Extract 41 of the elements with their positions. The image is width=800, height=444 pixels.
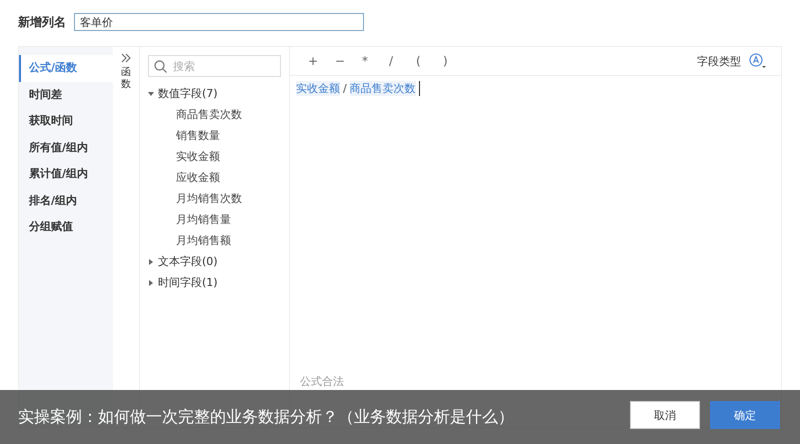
- field-type-icon[interactable]: [749, 53, 767, 69]
- category-item[interactable]: 所有值/组内: [19, 134, 113, 161]
- operator-token: /: [343, 82, 347, 94]
- field-item[interactable]: 应收金额: [148, 167, 281, 188]
- field-group[interactable]: 文本字段(0): [158, 254, 218, 269]
- operator-button[interactable]: +: [308, 54, 335, 68]
- operator-button[interactable]: (: [416, 54, 443, 68]
- operator-button[interactable]: ): [443, 54, 470, 68]
- field-item[interactable]: 商品售卖次数: [148, 104, 281, 125]
- field-token: 商品售卖次数: [350, 80, 416, 96]
- category-item[interactable]: 排名/组内: [19, 188, 113, 214]
- operator-button[interactable]: /: [389, 54, 416, 68]
- field-type-label: 字段类型: [697, 54, 741, 68]
- cancel-button[interactable]: 取消: [630, 401, 700, 429]
- field-item[interactable]: 销售数量: [148, 125, 281, 146]
- column-name-field[interactable]: 客单价: [74, 13, 364, 31]
- formula-status: 公式合法: [299, 374, 345, 389]
- field-token: 实收金额: [296, 80, 340, 96]
- expand-icon[interactable]: [121, 53, 131, 63]
- collapse-triangle-icon[interactable]: [148, 90, 154, 96]
- formula-field[interactable]: 实收金额 / 商品售卖次数: [290, 76, 781, 100]
- category-item[interactable]: 累计值/组内: [19, 161, 113, 188]
- column-name-label: 新增列名: [18, 14, 66, 30]
- expand-triangle-icon[interactable]: [148, 280, 154, 286]
- search-field[interactable]: 搜索: [148, 55, 281, 77]
- category-item[interactable]: 获取时间: [19, 108, 113, 134]
- category-item[interactable]: 分组赋值: [19, 214, 113, 240]
- functions-label: 函数: [121, 67, 131, 91]
- operator-button[interactable]: *: [362, 54, 389, 68]
- field-item[interactable]: 实收金额: [148, 146, 281, 167]
- category-item[interactable]: 公式/函数: [19, 55, 113, 82]
- field-item[interactable]: 月均销售量: [148, 209, 281, 230]
- expand-triangle-icon[interactable]: [148, 258, 154, 264]
- field-group[interactable]: 时间字段(1): [158, 275, 218, 290]
- operator-button[interactable]: −: [335, 54, 362, 68]
- category-item[interactable]: 时间差: [19, 82, 113, 108]
- field-group[interactable]: 数值字段(7): [158, 86, 218, 101]
- field-item[interactable]: 月均销售额: [148, 230, 281, 251]
- field-item[interactable]: 月均销售次数: [148, 188, 281, 209]
- confirm-button[interactable]: 确定: [710, 401, 780, 429]
- search-icon: [154, 60, 167, 73]
